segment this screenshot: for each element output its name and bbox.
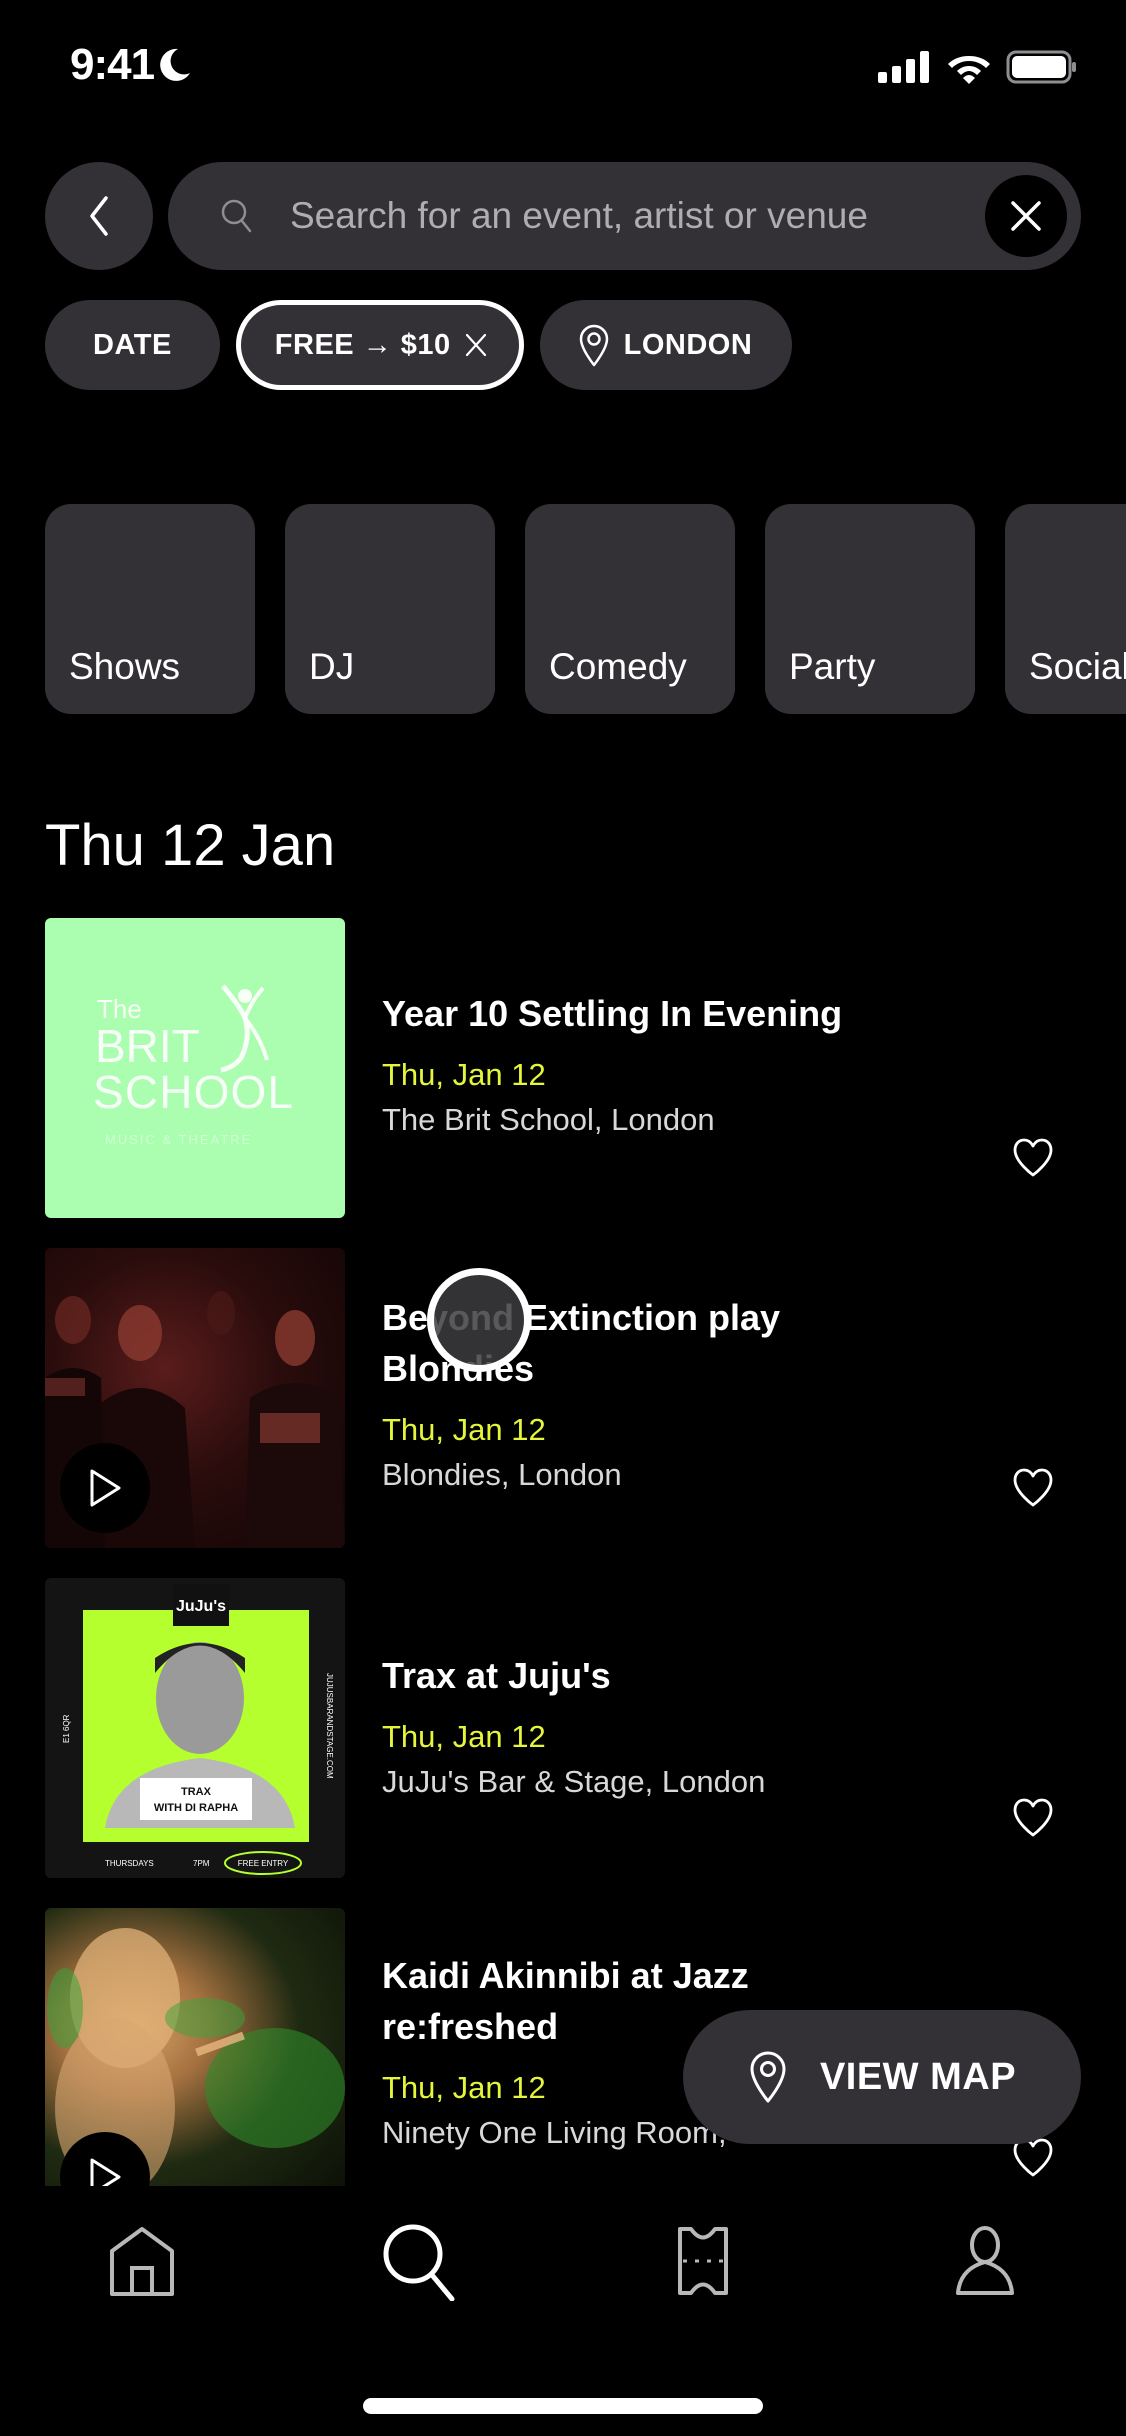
- battery-icon: [1006, 50, 1076, 84]
- clear-search-button[interactable]: [985, 175, 1067, 257]
- price-filter-label: FREE → $10: [274, 328, 451, 361]
- category-label: Shows: [69, 646, 181, 687]
- tab-home[interactable]: [97, 2216, 187, 2306]
- event-list-item[interactable]: Beyond Extinction play Blondies Thu, Jan…: [45, 1248, 1085, 1548]
- event-list-item[interactable]: JuJu's TRAX WITH DI RAPHA THURSDAYS 7PM …: [45, 1578, 1085, 1878]
- event-venue: Blondies, London: [382, 1457, 622, 1492]
- category-party[interactable]: Party: [765, 504, 975, 714]
- play-icon: [90, 2158, 121, 2186]
- poster-footer-day: THURSDAYS: [105, 1859, 154, 1868]
- poster-side-right: JUJUSBARANDSTAGE.COM: [325, 1673, 334, 1779]
- juju-poster: JuJu's TRAX WITH DI RAPHA THURSDAYS 7PM …: [62, 1584, 334, 1875]
- event-thumbnail: [45, 1248, 345, 1548]
- heart-icon[interactable]: [1011, 1466, 1055, 1510]
- category-carousel[interactable]: Shows DJ Comedy Party Social: [45, 504, 1126, 714]
- event-thumbnail: JuJu's TRAX WITH DI RAPHA THURSDAYS 7PM …: [45, 1578, 345, 1878]
- event-info: Trax at Juju's Thu, Jan 12 JuJu's Bar & …: [382, 1650, 902, 1805]
- event-venue: JuJu's Bar & Stage, London: [382, 1764, 766, 1799]
- event-thumbnail: [45, 1908, 345, 2186]
- poster-caption-2: WITH DI RAPHA: [154, 1802, 238, 1814]
- view-map-label: VIEW MAP: [819, 2055, 1017, 2098]
- profile-icon: [956, 2226, 1014, 2295]
- date-filter-label: DATE: [93, 328, 172, 361]
- home-icon: [110, 2227, 174, 2296]
- price-filter-chip[interactable]: FREE → $10: [235, 300, 524, 390]
- location-filter-chip[interactable]: LONDON: [539, 300, 793, 390]
- category-label: DJ: [309, 646, 355, 687]
- search-bar[interactable]: [168, 162, 1081, 270]
- poster-footer-entry: FREE ENTRY: [238, 1859, 289, 1868]
- status-icons: [878, 50, 1078, 84]
- close-icon: [1011, 201, 1041, 231]
- tab-search[interactable]: [375, 2216, 465, 2306]
- poster-caption-1: TRAX: [181, 1786, 212, 1798]
- search-icon: [221, 199, 252, 233]
- event-list-item[interactable]: The BRIT SCHOOL MUSIC & THEATRE Year 10 …: [45, 918, 1085, 1218]
- event-date: Thu, Jan 12: [382, 1719, 546, 1754]
- tab-tickets[interactable]: [658, 2216, 748, 2306]
- tab-profile[interactable]: [940, 2216, 1030, 2306]
- heart-icon[interactable]: [1011, 1796, 1055, 1840]
- category-label: Comedy: [549, 646, 687, 687]
- chevron-left-icon: [90, 196, 108, 236]
- status-time: 9:41: [70, 40, 192, 90]
- moon-icon: [160, 48, 191, 81]
- event-thumbnail: The BRIT SCHOOL MUSIC & THEATRE: [45, 918, 345, 1218]
- play-icon: [90, 1469, 121, 1507]
- search-icon: [383, 2224, 455, 2301]
- back-button[interactable]: [45, 162, 153, 270]
- touch-indicator: [427, 1268, 531, 1372]
- date-filter-chip[interactable]: DATE: [45, 300, 220, 390]
- poster-footer-time: 7PM: [193, 1859, 210, 1868]
- location-filter-label: LONDON: [623, 328, 753, 361]
- event-title: Year 10 Settling In Evening: [382, 993, 843, 1034]
- event-title: Trax at Juju's: [382, 1655, 611, 1696]
- event-date: Thu, Jan 12: [382, 1412, 546, 1447]
- cellular-signal-icon: [878, 51, 929, 83]
- location-pin-icon: [579, 324, 608, 367]
- logo-text-school: SCHOOL: [93, 1066, 293, 1118]
- brit-school-logo: The BRIT SCHOOL MUSIC & THEATRE: [93, 984, 293, 1147]
- location-pin-icon: [750, 2051, 786, 2103]
- clock: 9:41: [70, 40, 155, 89]
- ticket-icon: [678, 2227, 728, 2295]
- poster-side-left: E1 6QR: [62, 1714, 71, 1743]
- section-date-heading: Thu 12 Jan: [45, 813, 336, 878]
- home-indicator[interactable]: [363, 2398, 763, 2414]
- filter-chips: DATE FREE → $10 LONDON: [45, 300, 793, 390]
- category-label: Social: [1029, 646, 1126, 687]
- search-input[interactable]: [290, 162, 950, 270]
- poster-logo: JuJu's: [176, 1598, 226, 1615]
- event-venue: The Brit School, London: [382, 1102, 715, 1137]
- category-label: Party: [789, 646, 876, 687]
- event-info: Year 10 Settling In Evening Thu, Jan 12 …: [382, 988, 902, 1143]
- category-comedy[interactable]: Comedy: [525, 504, 735, 714]
- category-social[interactable]: Social: [1005, 504, 1126, 714]
- event-date: Thu, Jan 12: [382, 1057, 546, 1092]
- close-icon[interactable]: [465, 333, 487, 357]
- status-bar: 9:41: [0, 0, 1126, 140]
- category-shows[interactable]: Shows: [45, 504, 255, 714]
- heart-icon[interactable]: [1011, 1136, 1055, 1180]
- category-dj[interactable]: DJ: [285, 504, 495, 714]
- logo-text-brit: BRIT: [95, 1020, 200, 1072]
- view-map-button[interactable]: VIEW MAP: [683, 2010, 1081, 2144]
- wifi-icon: [948, 56, 990, 84]
- play-preview-button[interactable]: [60, 1443, 150, 1533]
- logo-text-subtitle: MUSIC & THEATRE: [105, 1132, 252, 1147]
